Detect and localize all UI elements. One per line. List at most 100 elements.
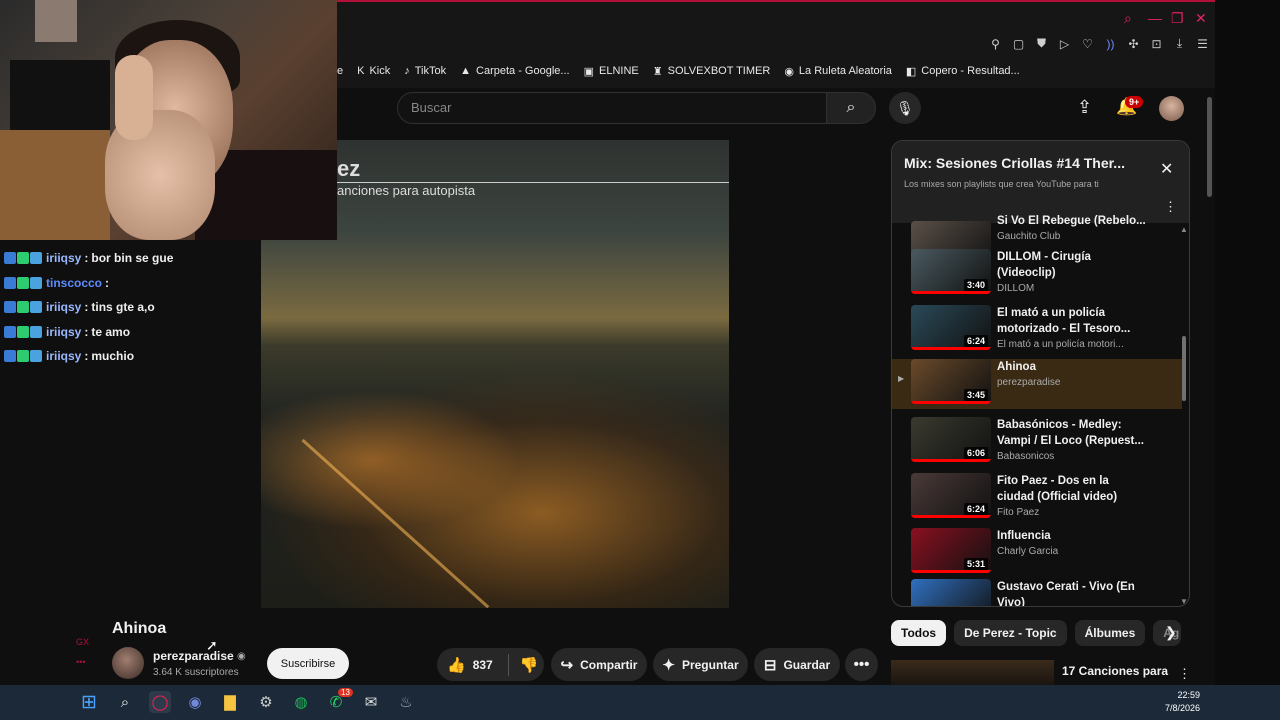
screen-edge (1215, 0, 1280, 685)
opera-gx-icon[interactable]: ◯ (149, 691, 171, 713)
search-icon[interactable]: ⌕ (114, 691, 136, 713)
sidebar-mini-icon[interactable]: GX ••• (76, 637, 89, 667)
playlist-thumbnail[interactable]: 6:24 (911, 305, 991, 350)
page-scrollbar[interactable] (1207, 97, 1212, 197)
playlist-thumbnail[interactable]: 6:24 (911, 473, 991, 518)
like-count[interactable]: 837 (473, 658, 493, 672)
more-vert-icon[interactable]: ⋮ (1178, 666, 1191, 682)
search-icon: ⌕ (846, 99, 856, 116)
webcam-monitor (10, 60, 110, 130)
recommendation-title[interactable]: 17 Canciones para (1062, 664, 1168, 678)
search-button[interactable]: ⌕ (826, 92, 876, 124)
bookmark-item[interactable]: e (337, 65, 343, 77)
bookmark-item[interactable]: K Kick (357, 65, 390, 77)
playlist-item-title: Influencia (997, 530, 1051, 542)
playlist-thumbnail[interactable]: 3:40 (911, 249, 991, 294)
playlist-item[interactable]: 3:40 DILLOM - Cirugía (Videoclip) DILLOM (892, 249, 1182, 305)
chat-username[interactable]: tinscocco (46, 276, 102, 290)
minimize-button[interactable]: — (1148, 10, 1162, 26)
verified-icon: ◉ (237, 651, 246, 662)
play-icon[interactable]: ▷ (1057, 36, 1072, 51)
heart-icon[interactable]: ♡ (1080, 36, 1095, 51)
voice-search-button[interactable]: 🎙 (889, 92, 921, 124)
more-vert-icon[interactable]: ⋮ (1164, 199, 1177, 215)
channel-avatar[interactable] (112, 647, 144, 679)
pin-icon[interactable]: ⚲ (988, 36, 1003, 51)
chat-badge-icon (17, 252, 29, 265)
filter-chip[interactable]: Álbumes (1074, 620, 1146, 646)
playlist-item-title: El mató a un policía motorizado - El Tes… (997, 307, 1131, 335)
system-clock[interactable]: 22:59 7/8/2026 (1150, 689, 1200, 715)
puzzle-icon[interactable]: ✣ (1126, 36, 1141, 51)
playlist-panel: Mix: Sesiones Criollas #14 Ther... Los m… (891, 140, 1190, 607)
subscribe-button[interactable]: Suscribirse (267, 648, 349, 679)
wifi-icon[interactable]: )) (1103, 36, 1118, 51)
recommendation-thumbnail[interactable] (891, 660, 1054, 685)
close-window-button[interactable]: ✕ (1195, 10, 1207, 27)
save-button[interactable]: ⊟ Guardar (754, 648, 840, 681)
windows-start-icon[interactable]: ⊞ (78, 691, 100, 713)
upload-icon[interactable]: ⇪ (1077, 97, 1092, 118)
share-button[interactable]: ↪ Compartir (551, 648, 647, 681)
playlist-thumbnail[interactable]: 5:31 (911, 528, 991, 573)
playlist-item[interactable]: 6:06 Babasónicos - Medley: Vampi / El Loc… (892, 417, 1182, 473)
webcam-thumb (115, 55, 153, 140)
chat-text: tins gte a,o (91, 300, 155, 315)
chat-badge-icon (30, 276, 42, 289)
chat-message: tinscocco: (4, 271, 254, 296)
bookmark-item[interactable]: ◉ La Ruleta Aleatoria (784, 65, 892, 78)
bookmark-icon: ◧ (905, 65, 917, 78)
bookmark-item[interactable]: ♪ TikTok (404, 65, 446, 77)
spotify-icon[interactable]: ◍ (290, 691, 312, 713)
app-icon[interactable]: ⚙ (255, 691, 277, 713)
watch-progress-bar (911, 515, 991, 518)
chat-message: iriiqsy: tins gte a,o (4, 295, 254, 320)
filter-chip[interactable]: De Perez - Topic (954, 620, 1067, 646)
discord-icon[interactable]: ◉ (184, 691, 206, 713)
mail-icon[interactable]: ✉ (360, 691, 382, 713)
playlist-item[interactable]: Gustavo Cerati - Vivo (En Vivo) (892, 579, 1182, 606)
search-icon[interactable]: ⌕ (1124, 10, 1132, 27)
chat-username[interactable]: iriiqsy (46, 325, 81, 339)
download-icon[interactable]: ⤓ (1172, 36, 1187, 51)
bookmark-item[interactable]: ▲ Carpeta - Google... (460, 65, 569, 77)
bookmark-label: TikTok (414, 65, 447, 77)
channel-name[interactable]: perezparadise (153, 649, 234, 663)
playlist-thumbnail[interactable]: 6:06 (911, 417, 991, 462)
playlist-item[interactable]: ▶ 3:45 Ahinoa perezparadise (892, 359, 1182, 409)
chat-username[interactable]: iriiqsy (46, 349, 81, 363)
bookmark-item[interactable]: ▣ ELNINE (584, 65, 639, 78)
scroll-down-icon[interactable]: ▼ (1180, 597, 1188, 606)
like-dislike-group: 👍 837 👎 (437, 648, 544, 681)
scroll-up-icon[interactable]: ▲ (1180, 225, 1188, 234)
menu-icon[interactable]: ☰ (1195, 36, 1210, 51)
save-label: Guardar (783, 657, 831, 672)
chat-username[interactable]: iriiqsy (46, 251, 81, 265)
folder-icon[interactable]: ▇ (219, 691, 241, 713)
playlist-item[interactable]: 6:24 El mató a un policía motorizado - El… (892, 305, 1182, 361)
screenshot-icon[interactable]: ▢ (1011, 36, 1026, 51)
ask-button[interactable]: ✦ Preguntar (653, 648, 748, 681)
chat-username[interactable]: iriiqsy (46, 300, 81, 314)
user-avatar[interactable] (1159, 96, 1184, 121)
maximize-button[interactable]: ❐ (1171, 10, 1184, 27)
filter-chip[interactable]: Todos (891, 620, 947, 646)
playlist-thumbnail[interactable] (911, 579, 991, 606)
playlist-title[interactable]: Mix: Sesiones Criollas #14 Ther... (904, 155, 1149, 171)
playlist-item[interactable]: 5:31 Influencia Charly Garcia (892, 528, 1182, 584)
dislike-icon[interactable]: 👎 (520, 656, 539, 674)
like-divider (507, 653, 509, 676)
playlist-thumbnail[interactable]: 3:45 (911, 359, 991, 404)
steam-icon[interactable]: ♨ (395, 691, 417, 713)
lock-icon[interactable]: ⊡ (1149, 36, 1164, 51)
bookmark-item[interactable]: ◧ Copero - Resultad... (906, 65, 1020, 78)
playlist-item[interactable]: 6:24 Fito Paez - Dos en la ciudad (Offici… (892, 473, 1182, 529)
playlist-scrollbar[interactable] (1182, 336, 1186, 401)
search-input[interactable]: Buscar (397, 92, 827, 124)
close-icon[interactable]: ✕ (1160, 159, 1173, 179)
chevron-right-icon[interactable]: ❯ (1165, 624, 1177, 641)
like-icon[interactable]: 👍 (447, 656, 466, 674)
bookmark-item[interactable]: ♜ SOLVEXBOT TIMER (653, 65, 771, 78)
more-actions-button[interactable]: ••• (845, 648, 878, 681)
shield-icon[interactable]: ⛊ (1034, 36, 1049, 51)
